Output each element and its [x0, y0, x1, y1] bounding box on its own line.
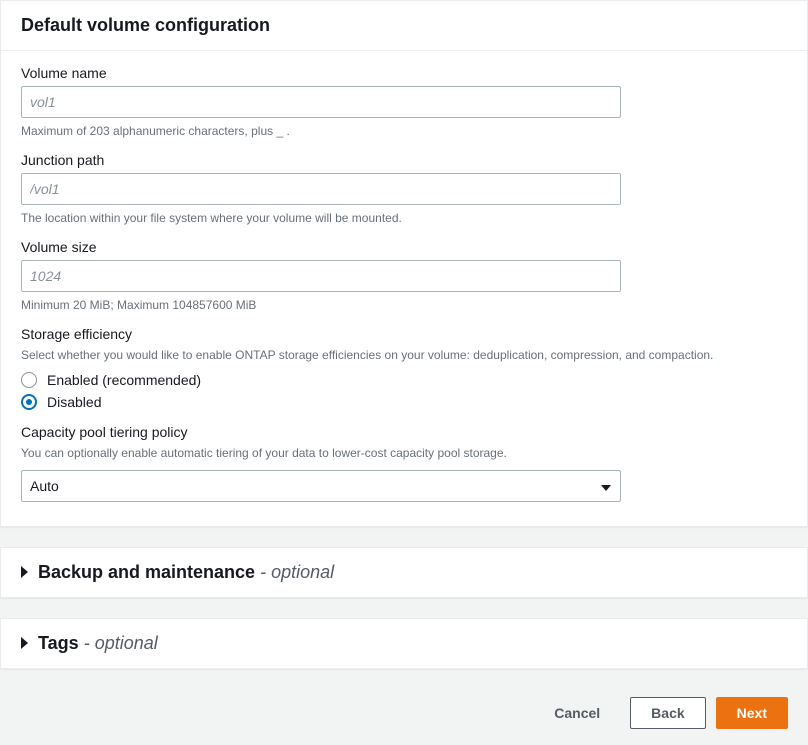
volume-size-input[interactable]	[21, 260, 621, 292]
tiering-policy-select[interactable]: Auto	[21, 470, 621, 502]
caret-right-icon	[21, 637, 28, 649]
tags-title: Tags - optional	[38, 633, 158, 654]
tiering-policy-label: Capacity pool tiering policy	[21, 424, 787, 440]
storage-efficiency-help: Select whether you would like to enable …	[21, 347, 787, 364]
volume-name-help: Maximum of 203 alphanumeric characters, …	[21, 124, 787, 138]
storage-efficiency-group: Storage efficiency Select whether you wo…	[21, 326, 787, 410]
cancel-button[interactable]: Cancel	[534, 697, 620, 729]
volume-name-label: Volume name	[21, 65, 787, 81]
storage-efficiency-disabled-radio[interactable]: Disabled	[21, 394, 787, 410]
radio-label-enabled: Enabled (recommended)	[47, 372, 201, 388]
optional-suffix: - optional	[260, 562, 334, 582]
backup-maintenance-header[interactable]: Backup and maintenance - optional	[1, 548, 807, 597]
junction-path-group: Junction path The location within your f…	[21, 152, 787, 225]
optional-suffix: - optional	[84, 633, 158, 653]
tiering-policy-value: Auto	[30, 478, 59, 494]
junction-path-label: Junction path	[21, 152, 787, 168]
caret-right-icon	[21, 566, 28, 578]
tiering-policy-help: You can optionally enable automatic tier…	[21, 445, 787, 462]
footer-buttons: Cancel Back Next	[0, 689, 808, 739]
volume-name-group: Volume name Maximum of 203 alphanumeric …	[21, 65, 787, 138]
volume-size-group: Volume size Minimum 20 MiB; Maximum 1048…	[21, 239, 787, 312]
volume-config-panel: Default volume configuration Volume name…	[0, 0, 808, 527]
tags-section[interactable]: Tags - optional	[0, 618, 808, 669]
next-button[interactable]: Next	[716, 697, 788, 729]
junction-path-input[interactable]	[21, 173, 621, 205]
backup-maintenance-title: Backup and maintenance - optional	[38, 562, 334, 583]
radio-icon	[21, 372, 37, 388]
volume-size-help: Minimum 20 MiB; Maximum 104857600 MiB	[21, 298, 787, 312]
panel-body: Volume name Maximum of 203 alphanumeric …	[1, 51, 807, 526]
backup-maintenance-section[interactable]: Backup and maintenance - optional	[0, 547, 808, 598]
tiering-policy-group: Capacity pool tiering policy You can opt…	[21, 424, 787, 502]
panel-title: Default volume configuration	[1, 1, 807, 51]
storage-efficiency-label: Storage efficiency	[21, 326, 787, 342]
volume-name-input[interactable]	[21, 86, 621, 118]
radio-icon-selected	[21, 394, 37, 410]
junction-path-help: The location within your file system whe…	[21, 211, 787, 225]
storage-efficiency-enabled-radio[interactable]: Enabled (recommended)	[21, 372, 787, 388]
radio-dot-icon	[26, 399, 32, 405]
back-button[interactable]: Back	[630, 697, 705, 729]
tags-header[interactable]: Tags - optional	[1, 619, 807, 668]
radio-label-disabled: Disabled	[47, 394, 101, 410]
volume-size-label: Volume size	[21, 239, 787, 255]
